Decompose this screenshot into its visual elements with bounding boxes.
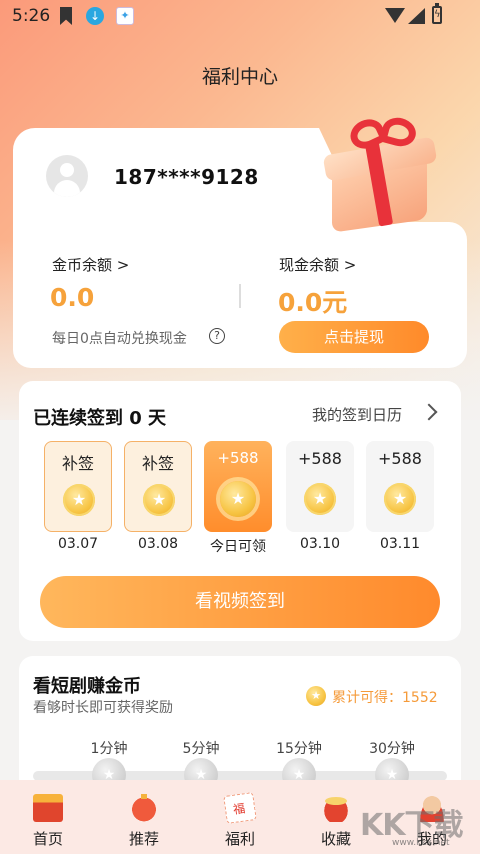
day-card-label: 补签 xyxy=(141,454,174,473)
coin-icon: ★ xyxy=(384,483,416,515)
withdraw-button[interactable]: 点击提现 xyxy=(279,321,429,353)
auto-exchange-note: 每日0点自动兑换现金 xyxy=(52,331,187,347)
coin-balance-link[interactable]: 金币余额 > xyxy=(52,254,129,275)
download-icon: ↓ xyxy=(86,7,104,25)
balance-divider xyxy=(239,284,241,308)
cash-balance-value: 0.0元 xyxy=(278,288,348,317)
day-card-label: +588 xyxy=(217,449,259,467)
coin-icon: ★ xyxy=(143,484,175,516)
day-date: 今日可领 xyxy=(210,539,266,555)
lantern-icon xyxy=(129,794,159,822)
user-phone: 187****9128 xyxy=(114,165,259,189)
nav-item-home[interactable]: 首页 xyxy=(0,780,96,854)
signin-streak: 已连续签到 0 天 xyxy=(33,408,167,429)
coin-icon: ★ xyxy=(306,686,326,706)
watch-video-signin-button[interactable]: 看视频签到 xyxy=(40,576,440,628)
day-date: 03.08 xyxy=(137,536,179,552)
bookmark-icon xyxy=(60,7,72,25)
welfare-icon xyxy=(223,792,257,824)
day-card-label: +588 xyxy=(298,449,342,468)
day-card-future: +588 ★ xyxy=(366,441,434,532)
coin-balance-value: 0.0 xyxy=(50,283,95,312)
day-card-label: +588 xyxy=(378,449,422,468)
watermark-url: www.kkx.net xyxy=(392,838,450,848)
wifi-icon xyxy=(385,8,405,23)
nav-item-recommend[interactable]: 推荐 xyxy=(96,780,192,854)
nav-label: 首页 xyxy=(32,830,63,848)
app-notification-icon: ✦ xyxy=(116,7,134,25)
milestone-label: 15分钟 xyxy=(276,741,322,757)
status-bar: 5:26 ↓ ✦ ϟ xyxy=(0,0,480,32)
milestone-label: 1分钟 xyxy=(90,741,128,757)
coin-icon: ★ xyxy=(63,484,95,516)
gift-box-icon xyxy=(320,114,450,233)
day-date: 03.11 xyxy=(379,536,421,552)
signal-icon xyxy=(408,8,425,24)
total-reward-label: 累计可得：1552 xyxy=(332,690,438,706)
help-icon[interactable]: ? xyxy=(209,328,225,344)
milestone-label: 5分钟 xyxy=(182,741,220,757)
day-date: 03.07 xyxy=(57,536,99,552)
day-card-makeup[interactable]: 补签 ★ xyxy=(124,441,192,532)
nav-label: 福利 xyxy=(224,830,255,848)
day-card-label: 补签 xyxy=(61,454,94,473)
avatar[interactable] xyxy=(46,155,88,197)
milestone-label: 30分钟 xyxy=(369,741,415,757)
chevron-right-icon[interactable] xyxy=(420,400,444,426)
status-time: 5:26 xyxy=(12,6,51,26)
coin-icon: ★ xyxy=(220,481,256,517)
drama-title: 看短剧赚金币 xyxy=(33,676,141,697)
day-card-today[interactable]: +588 ★ xyxy=(204,441,272,532)
day-card-future: +588 ★ xyxy=(286,441,354,532)
home-icon xyxy=(33,794,63,822)
day-date: 03.10 xyxy=(299,536,341,552)
day-card-makeup[interactable]: 补签 ★ xyxy=(44,441,112,532)
nav-label: 推荐 xyxy=(128,830,159,848)
nav-item-welfare[interactable]: 福利 xyxy=(192,780,288,854)
page-title: 福利中心 xyxy=(201,66,278,88)
coin-icon: ★ xyxy=(304,483,336,515)
drama-subtitle: 看够时长即可获得奖励 xyxy=(33,700,173,716)
drum-icon xyxy=(321,794,351,822)
cash-balance-link[interactable]: 现金余额 > xyxy=(279,254,356,275)
battery-icon: ϟ xyxy=(432,3,442,24)
signin-calendar-link[interactable]: 我的签到日历 xyxy=(312,404,402,425)
